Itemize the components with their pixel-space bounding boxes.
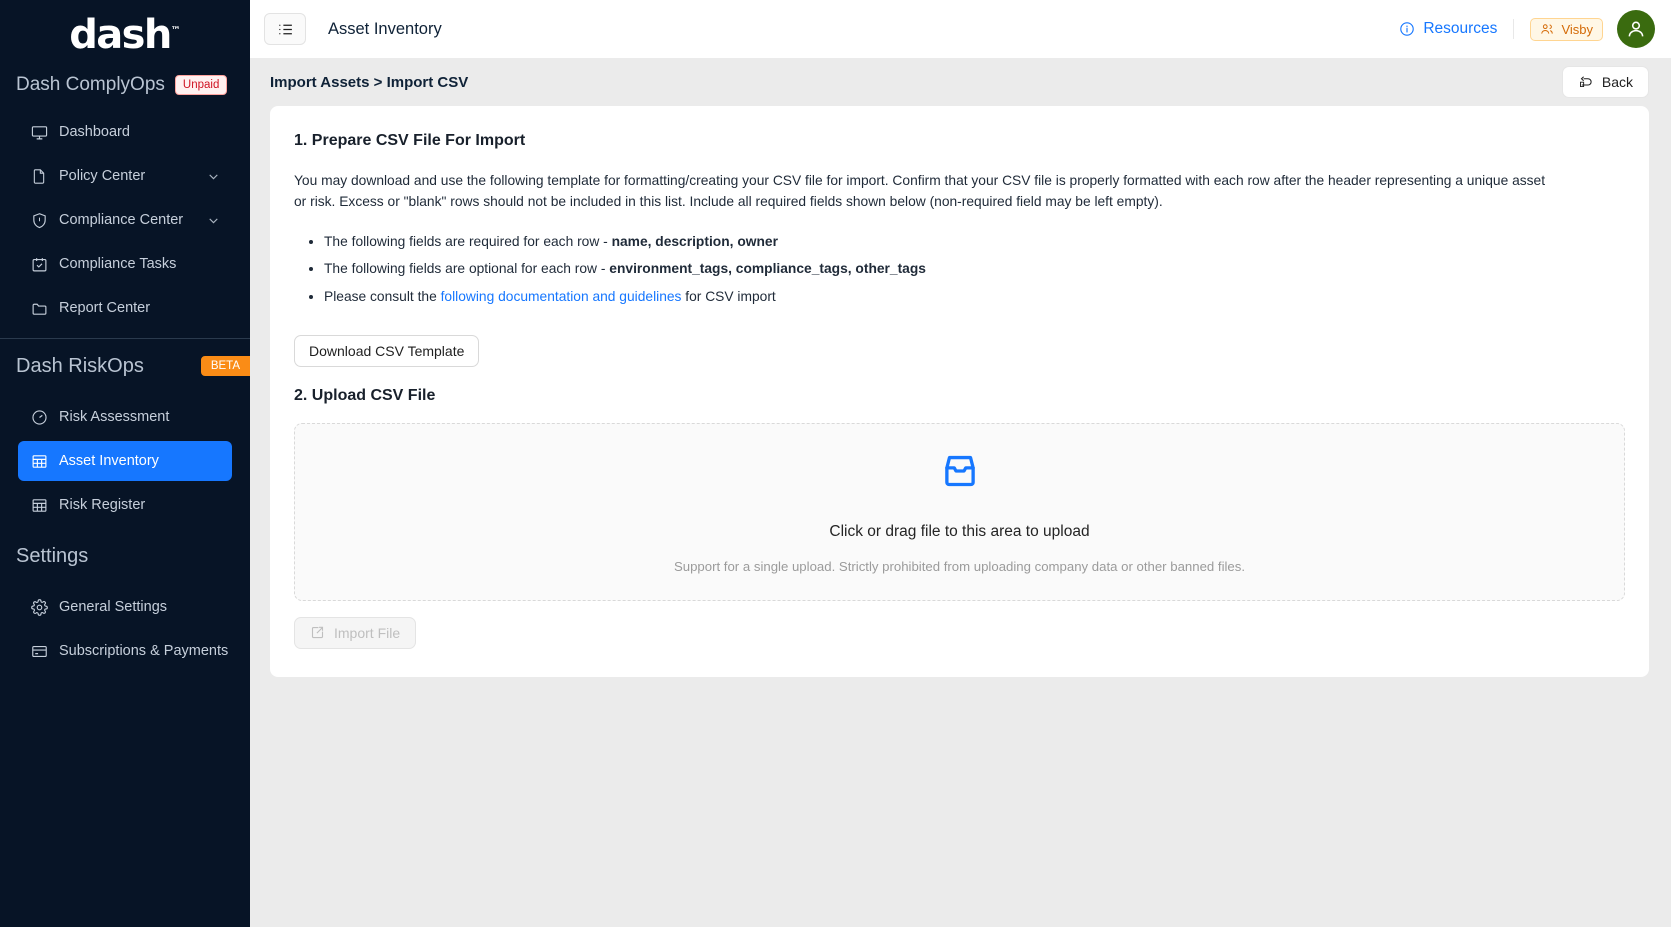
import-csv-card: 1. Prepare CSV File For Import You may d… [270, 106, 1649, 677]
section-title-riskops: Dash RiskOps BETA [0, 339, 250, 393]
sidebar-item-policy-center[interactable]: Policy Center [18, 156, 232, 196]
chevron-down-icon[interactable] [207, 170, 220, 183]
download-csv-template-button[interactable]: Download CSV Template [294, 335, 479, 367]
documentation-link[interactable]: following documentation and guidelines [441, 289, 682, 304]
table-icon [30, 496, 48, 514]
sidebar-item-label: Compliance Tasks [59, 256, 176, 272]
org-badge[interactable]: Visby [1530, 18, 1603, 41]
back-button-label: Back [1602, 74, 1633, 90]
sidebar-item-compliance-tasks[interactable]: Compliance Tasks [18, 244, 232, 284]
sidebar-item-label: Risk Register [59, 497, 145, 513]
info-circle-icon [1399, 21, 1415, 37]
sidebar-item-label: Report Center [59, 300, 150, 316]
main-area: Asset Inventory Resources Visby [250, 0, 1671, 927]
gear-icon [30, 598, 48, 616]
file-dropzone[interactable]: Click or drag file to this area to uploa… [294, 423, 1625, 601]
inbox-icon [939, 450, 981, 497]
toolbar-divider [1513, 19, 1514, 39]
folder-icon [30, 299, 48, 317]
brand-logo[interactable]: dash™ [0, 0, 250, 62]
list-item: Please consult the following documentati… [324, 286, 1625, 307]
top-bar: Asset Inventory Resources Visby [250, 0, 1671, 58]
status-badge-unpaid: Unpaid [175, 75, 227, 96]
list-item: The following fields are required for ea… [324, 231, 1625, 252]
page-title: Asset Inventory [328, 20, 442, 39]
sidebar-item-compliance-center[interactable]: Compliance Center [18, 200, 232, 240]
sidebar-item-risk-assessment[interactable]: Risk Assessment [18, 397, 232, 437]
step-1-title: 1. Prepare CSV File For Import [294, 132, 1625, 150]
sidebar-item-general-settings[interactable]: General Settings [18, 587, 232, 627]
team-icon [1540, 22, 1554, 36]
bullet-bold: name, description, owner [612, 234, 778, 249]
bullet-prefix: Please consult the [324, 289, 441, 304]
rollback-icon [1578, 75, 1593, 90]
resources-link[interactable]: Resources [1399, 20, 1497, 38]
app-root: dash™ Dash ComplyOps Unpaid Dashboard Po… [0, 0, 1671, 927]
calendar-check-icon [30, 255, 48, 273]
gauge-icon [30, 408, 48, 426]
back-button[interactable]: Back [1562, 66, 1649, 98]
sidebar: dash™ Dash ComplyOps Unpaid Dashboard Po… [0, 0, 250, 927]
import-file-button[interactable]: Import File [294, 617, 416, 649]
shield-icon [30, 211, 48, 229]
list-item: The following fields are optional for ea… [324, 258, 1625, 279]
intro-paragraph: You may download and use the following t… [294, 170, 1554, 213]
export-icon [310, 625, 325, 640]
import-button-label: Import File [334, 625, 400, 641]
monitor-icon [30, 123, 48, 141]
section-label-settings: Settings [16, 545, 88, 568]
sidebar-item-subscriptions-payments[interactable]: Subscriptions & Payments [18, 631, 232, 671]
org-name: Visby [1561, 22, 1593, 37]
file-icon [30, 167, 48, 185]
sidebar-item-label: Dashboard [59, 124, 130, 140]
sidebar-item-report-center[interactable]: Report Center [18, 288, 232, 328]
bullet-prefix: The following fields are optional for ea… [324, 261, 609, 276]
step-2-title: 2. Upload CSV File [294, 387, 1625, 405]
credit-card-icon [30, 642, 48, 660]
content-wrapper: 1. Prepare CSV File For Import You may d… [250, 106, 1671, 677]
table-icon [30, 452, 48, 470]
top-bar-right: Resources Visby [1399, 10, 1655, 48]
sidebar-item-label: Compliance Center [59, 212, 183, 228]
chevron-down-icon[interactable] [207, 214, 220, 227]
section-title-settings: Settings [0, 529, 250, 583]
status-badge-beta: BETA [201, 356, 250, 377]
sidebar-item-dashboard[interactable]: Dashboard [18, 112, 232, 152]
sidebar-item-label: General Settings [59, 599, 167, 615]
bullet-bold: environment_tags, compliance_tags, other… [609, 261, 926, 276]
breadcrumb-parent[interactable]: Import Assets [270, 74, 369, 91]
logo-text: dash [69, 12, 171, 58]
sidebar-item-label: Asset Inventory [59, 453, 159, 469]
breadcrumb-current: Import CSV [387, 74, 469, 91]
breadcrumb-separator: > [374, 74, 383, 91]
bullet-prefix: The following fields are required for ea… [324, 234, 612, 249]
avatar[interactable] [1617, 10, 1655, 48]
breadcrumb: Import Assets > Import CSV [260, 74, 468, 91]
menu-fold-icon[interactable] [264, 13, 306, 45]
sidebar-item-label: Policy Center [59, 168, 145, 184]
field-requirements-list: The following fields are required for ea… [324, 231, 1625, 307]
section-label-riskops: Dash RiskOps [16, 355, 144, 378]
dropzone-title: Click or drag file to this area to uploa… [829, 523, 1089, 541]
sidebar-item-label: Risk Assessment [59, 409, 169, 425]
sidebar-item-label: Subscriptions & Payments [59, 643, 228, 659]
sidebar-item-asset-inventory[interactable]: Asset Inventory [18, 441, 232, 481]
sidebar-item-risk-register[interactable]: Risk Register [18, 485, 232, 525]
user-avatar-icon [1625, 18, 1647, 40]
section-title-complyops: Dash ComplyOps Unpaid [0, 62, 250, 108]
download-button-label: Download CSV Template [309, 343, 464, 359]
breadcrumb-bar: Import Assets > Import CSV Back [250, 58, 1671, 106]
dropzone-hint: Support for a single upload. Strictly pr… [674, 559, 1245, 574]
bullet-suffix: for CSV import [681, 289, 775, 304]
resources-label: Resources [1423, 20, 1497, 38]
logo-trademark: ™ [171, 26, 181, 37]
section-label-complyops: Dash ComplyOps [16, 74, 165, 96]
